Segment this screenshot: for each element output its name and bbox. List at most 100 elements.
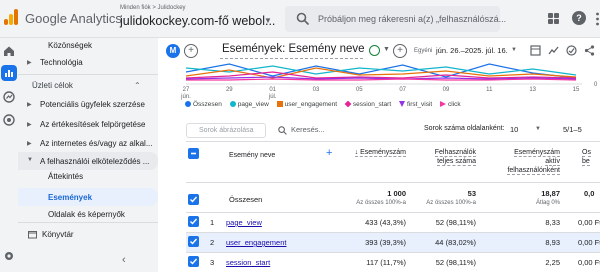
- sidebar-item-overview[interactable]: Áttekintés: [18, 169, 158, 185]
- sidebar-item-leads[interactable]: ▶ Potenciális ügyfelek szerzése: [18, 97, 158, 113]
- sidebar-item-events[interactable]: Események: [18, 188, 158, 206]
- chevron-up-icon[interactable]: ⌃: [134, 81, 141, 90]
- chart-legend: Összesen page_view user_engagement sessi…: [185, 100, 467, 111]
- collapse-sidebar-icon[interactable]: ‹: [122, 254, 126, 266]
- search-input[interactable]: Próbáljon meg rákeresni a(z) „felhasznál…: [318, 14, 506, 24]
- sidebar-item-label: Könyvtár: [42, 230, 74, 239]
- row-index: 2: [210, 238, 215, 247]
- advertising-icon[interactable]: [3, 114, 15, 126]
- expand-arrow-icon: ▶: [27, 102, 32, 108]
- event-name-link[interactable]: session_start: [226, 258, 270, 267]
- home-icon[interactable]: [3, 45, 15, 57]
- date-range-selector[interactable]: jún. 26.–2025. júl. 16.: [436, 46, 508, 55]
- legend-marker-icon: [185, 101, 191, 107]
- table-search-input[interactable]: Keresés...: [291, 125, 325, 134]
- row-checkbox[interactable]: [188, 236, 199, 247]
- title-underline: [220, 58, 363, 59]
- per-user-cell: 8,33: [545, 218, 560, 227]
- totals-users-sub: Az összes 100%-a: [426, 200, 476, 206]
- totals-revenue: 0,0: [584, 189, 595, 198]
- y-tick-label: 0: [594, 82, 598, 88]
- legend-marker-icon: [440, 101, 447, 107]
- chevron-down-icon[interactable]: ▼: [264, 16, 272, 25]
- add-comparison-icon[interactable]: +: [184, 44, 198, 58]
- rows-per-page-select[interactable]: 10: [510, 125, 518, 134]
- settings-gear-icon[interactable]: [3, 250, 15, 262]
- event-name-link[interactable]: user_engagement: [226, 238, 286, 247]
- chevron-down-icon[interactable]: ▼: [535, 126, 541, 132]
- sidebar-item-label: Áttekintés: [48, 172, 84, 181]
- legend-item-user-engagement[interactable]: user_engagement: [276, 101, 337, 108]
- sidebar: Közönségek ▶ Technológia Üzleti célok ⌃ …: [18, 38, 158, 272]
- legend-item-session-start[interactable]: session_start: [344, 100, 391, 108]
- add-dimension-icon[interactable]: +: [326, 147, 332, 159]
- row-index: 3: [210, 258, 215, 267]
- totals-event-count: 1 000: [387, 189, 406, 198]
- legend-item-click[interactable]: click: [440, 101, 461, 108]
- property-selector[interactable]: julidokockey.com-fő webol...: [120, 14, 275, 28]
- sidebar-item-sales[interactable]: ▶ Az értékesítések felpörgetése: [18, 117, 158, 133]
- chevron-down-icon[interactable]: ▼: [511, 47, 517, 53]
- sidebar-item-label: A felhasználói elköteleződés ...: [40, 157, 150, 166]
- x-tick-label: 11: [486, 87, 493, 93]
- brand-name: Google Analytics: [25, 11, 122, 26]
- column-header-events-per-user[interactable]: Eseményszám aktív felhasználónként: [498, 148, 560, 175]
- sidebar-item-engagement[interactable]: ▼ A felhasználói elköteleződés ...: [18, 152, 158, 170]
- add-filter-icon[interactable]: +: [393, 44, 407, 58]
- legend-marker-icon: [276, 101, 283, 107]
- search-icon: [296, 12, 310, 26]
- folder-icon: [28, 231, 37, 239]
- column-header-revenue[interactable]: Ös be: [582, 148, 600, 166]
- chevron-down-icon[interactable]: ▼: [383, 46, 390, 53]
- legend-item-first-visit[interactable]: first_visit: [398, 101, 432, 108]
- column-header-event-count[interactable]: ↓ Eseményszám: [344, 148, 406, 157]
- divider: [186, 141, 600, 142]
- chart-line-icon[interactable]: [548, 45, 559, 56]
- top-bar: Google Analytics Minden fiók > Julidocke…: [0, 0, 600, 38]
- column-header-total-users[interactable]: Felhasználók teljes száma: [420, 148, 476, 166]
- sidebar-item-label: Oldalak és képernyők: [48, 210, 125, 219]
- sidebar-item-audiences[interactable]: Közönségek: [18, 38, 158, 54]
- share-icon[interactable]: [584, 45, 595, 56]
- bar-chart-icon: [5, 70, 13, 77]
- totals-checkbox[interactable]: [188, 194, 199, 205]
- users-cell: 52 (98,11%): [435, 258, 476, 267]
- sidebar-item-library[interactable]: Könyvtár: [18, 227, 158, 243]
- sidebar-item-technology[interactable]: ▶ Technológia: [18, 55, 158, 71]
- account-breadcrumb[interactable]: Minden fiók > Julidockey: [120, 5, 186, 11]
- reports-nav-button[interactable]: [1, 65, 17, 81]
- users-cell: 44 (83,02%): [435, 238, 476, 247]
- more-vert-icon[interactable]: [595, 12, 600, 26]
- event-name-link[interactable]: page_view: [226, 218, 262, 227]
- divider: [186, 212, 600, 213]
- totals-label: Összesen: [229, 195, 263, 204]
- expand-arrow-icon: ▶: [27, 122, 32, 128]
- x-tick-label: 27: [183, 87, 190, 93]
- sidebar-item-label: Potenciális ügyfelek szerzése: [40, 100, 145, 109]
- totals-users: 53: [467, 189, 476, 198]
- help-icon[interactable]: ?: [572, 11, 586, 25]
- apps-grid-icon[interactable]: [548, 13, 559, 24]
- section-title-business-goals[interactable]: Üzleti célok: [32, 81, 73, 90]
- divider: [186, 252, 600, 253]
- event-count-cell: 117 (11,7%): [366, 258, 406, 267]
- plot-rows-input[interactable]: Sorok ábrázolása: [186, 123, 266, 138]
- rows-per-page-label: Sorok száma oldalanként:: [424, 125, 505, 132]
- legend-item-page-view[interactable]: page_view: [229, 101, 269, 108]
- insights-icon[interactable]: [566, 45, 577, 56]
- select-all-checkbox[interactable]: [188, 148, 199, 159]
- row-checkbox[interactable]: [188, 216, 199, 227]
- x-tick-month-label: jún.: [180, 94, 191, 100]
- search-bar[interactable]: Próbáljon meg rákeresni a(z) „felhasznál…: [285, 6, 506, 32]
- sidebar-item-pages[interactable]: Oldalak és képernyők: [18, 207, 158, 223]
- search-icon: [278, 126, 287, 135]
- sidebar-item-online[interactable]: ▶ Az internetes és/vagy az alkal...: [18, 136, 158, 152]
- legend-item-total[interactable]: Összesen: [185, 101, 222, 108]
- explore-icon[interactable]: [3, 91, 15, 103]
- row-checkbox[interactable]: [188, 256, 199, 267]
- comparison-avatar[interactable]: M: [166, 44, 180, 58]
- events-line-chart: 27jún. 29 01júl. 03 05 07 09 11 13 15 0: [180, 63, 598, 100]
- per-user-cell: 2,25: [545, 258, 560, 267]
- customize-report-icon[interactable]: [530, 45, 541, 56]
- column-header-event-name[interactable]: Esemény neve: [229, 151, 275, 160]
